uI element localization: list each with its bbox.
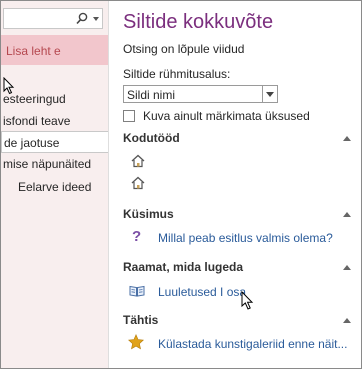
page-item-selected[interactable]: de jaotuse: [1, 131, 108, 153]
page-item[interactable]: mise näpunäited: [1, 153, 108, 175]
group-header-kodutood[interactable]: Kodutööd: [123, 131, 180, 145]
unchecked-only-checkbox[interactable]: [123, 110, 135, 122]
collapse-caret-icon[interactable]: [343, 136, 351, 141]
tagged-note-link[interactable]: Millal peab esitlus valmis olema?: [158, 231, 333, 245]
pane-title: Siltide kokkuvõte: [123, 11, 274, 33]
search-scope-dropdown-icon[interactable]: [93, 17, 99, 21]
collapse-caret-icon[interactable]: [343, 265, 351, 270]
collapse-caret-icon[interactable]: [343, 212, 351, 217]
mouse-cursor-icon: [241, 290, 254, 316]
group-header-raamat[interactable]: Raamat, mida lugeda: [123, 260, 243, 274]
group-header-kysimus[interactable]: Küsimus: [123, 207, 174, 221]
book-icon: [129, 284, 145, 302]
search-icon[interactable]: [76, 12, 88, 30]
add-page-button[interactable]: Lisa leht e: [1, 35, 108, 65]
collapse-caret-icon[interactable]: [343, 318, 351, 323]
search-box[interactable]: [3, 8, 103, 29]
group-header-tahtis[interactable]: Tähtis: [123, 313, 158, 327]
pages-pane: Lisa leht e esteeringud isfondi teave de…: [1, 1, 109, 368]
page-item[interactable]: esteeringud: [1, 88, 108, 110]
search-status: Otsing on lõpule viidud: [123, 42, 245, 56]
chevron-down-icon[interactable]: [262, 86, 277, 102]
subpage-item[interactable]: Eelarve ideed: [1, 176, 108, 198]
question-mark-icon: ?: [132, 228, 142, 245]
page-item[interactable]: isfondi teave: [1, 110, 108, 132]
tagged-note-link[interactable]: Külastada kunstigaleriid enne näit...: [158, 337, 347, 351]
star-icon: [127, 334, 145, 355]
group-by-value: Sildi nimi: [127, 88, 176, 102]
mouse-cursor-icon: [3, 76, 15, 100]
tagged-note-link[interactable]: Luuletused I osa: [158, 285, 246, 299]
group-by-label: Siltide rühmitusalus:: [123, 67, 231, 81]
unchecked-only-label: Kuva ainult märkimata üksused: [143, 109, 310, 123]
tag-summary-window: Lisa leht e esteeringud isfondi teave de…: [0, 0, 362, 369]
group-by-select[interactable]: Sildi nimi: [123, 85, 278, 103]
house-icon[interactable]: [131, 154, 145, 173]
tag-summary-pane: Siltide kokkuvõte Otsing on lõpule viidu…: [111, 1, 361, 368]
house-icon[interactable]: [131, 176, 145, 195]
